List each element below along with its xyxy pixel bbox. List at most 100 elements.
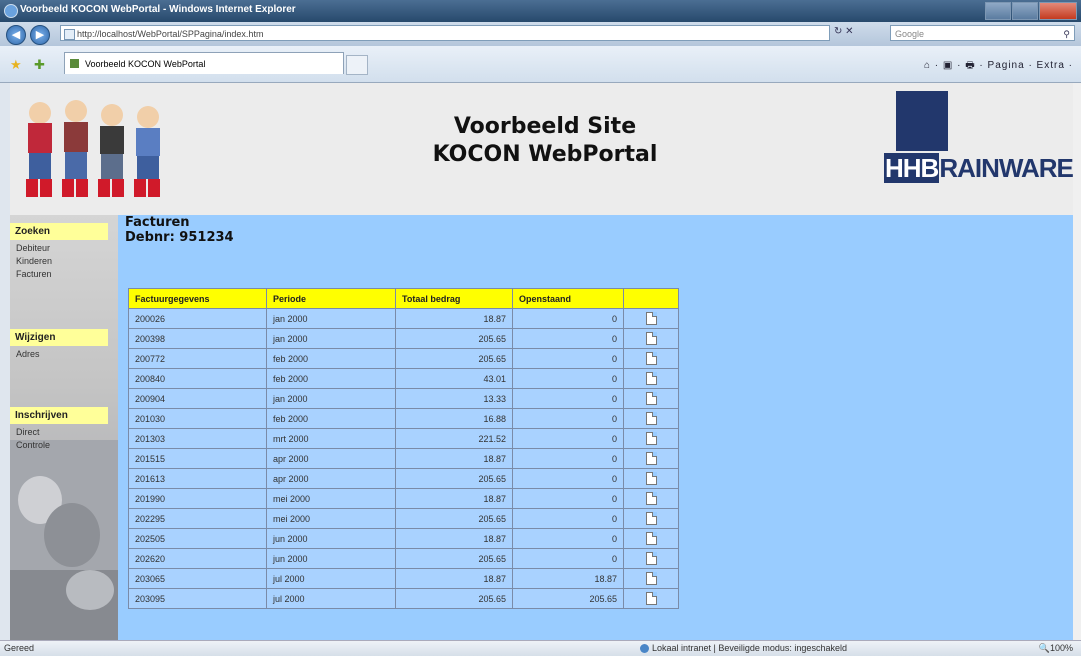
pdf-document-icon[interactable]: [645, 312, 657, 325]
table-row: 201030 feb 2000 16.88 0: [128, 408, 679, 429]
ie-logo-icon: [4, 4, 18, 18]
cell-document-link: [623, 448, 679, 469]
sidebar-item-adres[interactable]: Adres: [16, 348, 40, 360]
cell-factuurnummer: 203095: [128, 588, 267, 609]
cell-totaal-bedrag: 205.65: [395, 328, 513, 349]
tab-label: Voorbeeld KOCON WebPortal: [85, 59, 206, 69]
table-row: 200398 jan 2000 205.65 0: [128, 328, 679, 349]
column-header-periode: Periode: [266, 288, 396, 309]
cell-document-link: [623, 588, 679, 609]
invoice-table: Factuurgegevens Periode Totaal bedrag Op…: [128, 288, 679, 609]
security-zone-text: Lokaal intranet | Beveiligde modus: inge…: [652, 643, 847, 653]
site-title-line-2: KOCON WebPortal: [432, 142, 658, 167]
cell-openstaand: 0: [512, 388, 624, 409]
cell-openstaand: 0: [512, 448, 624, 469]
new-tab-button[interactable]: [346, 55, 368, 75]
pdf-document-icon[interactable]: [645, 332, 657, 345]
pdf-document-icon[interactable]: [645, 572, 657, 585]
cell-periode: jan 2000: [266, 388, 396, 409]
cell-factuurnummer: 200398: [128, 328, 267, 349]
cell-openstaand: 0: [512, 328, 624, 349]
forward-button[interactable]: ▶: [30, 25, 50, 45]
cell-document-link: [623, 528, 679, 549]
pdf-document-icon[interactable]: [645, 392, 657, 405]
zoom-level[interactable]: 🔍100%: [1039, 643, 1073, 654]
cell-factuurnummer: 200026: [128, 308, 267, 329]
cell-totaal-bedrag: 18.87: [395, 568, 513, 589]
close-window-button[interactable]: [1039, 2, 1077, 20]
site-title: Voorbeeld Site KOCON WebPortal: [400, 113, 690, 169]
cell-document-link: [623, 348, 679, 369]
pdf-document-icon[interactable]: [645, 452, 657, 465]
cell-periode: feb 2000: [266, 408, 396, 429]
sidebar-item-direct[interactable]: Direct: [16, 426, 40, 438]
cell-periode: feb 2000: [266, 368, 396, 389]
address-bar[interactable]: http://localhost/WebPortal/SPPagina/inde…: [60, 25, 830, 41]
cell-factuurnummer: 200772: [128, 348, 267, 369]
minimize-button[interactable]: [985, 2, 1011, 20]
stop-button[interactable]: ✕: [845, 26, 853, 37]
table-row: 200840 feb 2000 43.01 0: [128, 368, 679, 389]
pdf-document-icon[interactable]: [645, 532, 657, 545]
cell-periode: mei 2000: [266, 488, 396, 509]
tab-kocon-webportal[interactable]: Voorbeeld KOCON WebPortal: [64, 52, 344, 74]
sidebar-item-debiteur[interactable]: Debiteur: [16, 242, 50, 254]
cell-openstaand: 0: [512, 408, 624, 429]
pdf-document-icon[interactable]: [645, 352, 657, 365]
debtor-number: Debnr: 951234: [125, 230, 234, 245]
cell-openstaand: 0: [512, 488, 624, 509]
pdf-document-icon[interactable]: [645, 512, 657, 525]
pdf-document-icon[interactable]: [645, 492, 657, 505]
favorites-star-icon[interactable]: ★: [10, 57, 22, 73]
address-url: http://localhost/WebPortal/SPPagina/inde…: [77, 29, 264, 39]
sidebar-item-kinderen[interactable]: Kinderen: [16, 255, 52, 267]
table-row: 201515 apr 2000 18.87 0: [128, 448, 679, 469]
add-favorites-icon[interactable]: ✚: [34, 57, 45, 73]
page-scrollbar[interactable]: [1073, 83, 1081, 640]
maximize-button[interactable]: [1012, 2, 1038, 20]
page-icon: [64, 29, 75, 40]
cell-factuurnummer: 201990: [128, 488, 267, 509]
sidebar-item-facturen[interactable]: Facturen: [16, 268, 52, 280]
cell-factuurnummer: 201303: [128, 428, 267, 449]
pdf-document-icon[interactable]: [645, 412, 657, 425]
hhb-brainware-logo: HHBRAINWARE: [878, 91, 1081, 199]
cell-openstaand: 0: [512, 468, 624, 489]
cell-document-link: [623, 468, 679, 489]
table-row: 200772 feb 2000 205.65 0: [128, 348, 679, 369]
cell-openstaand: 0: [512, 528, 624, 549]
cell-factuurnummer: 202295: [128, 508, 267, 529]
search-placeholder: Google: [895, 29, 925, 39]
page-title: Facturen: [125, 215, 190, 230]
pdf-document-icon[interactable]: [645, 432, 657, 445]
cell-factuurnummer: 200904: [128, 388, 267, 409]
pdf-document-icon[interactable]: [645, 472, 657, 485]
command-bar[interactable]: ⌂ · ▣ · 🖶 · Pagina · Extra ·: [924, 58, 1073, 75]
pdf-document-icon[interactable]: [645, 372, 657, 385]
search-box[interactable]: Google ⚲: [890, 25, 1075, 41]
refresh-button[interactable]: ↻: [834, 26, 842, 37]
cell-totaal-bedrag: 205.65: [395, 468, 513, 489]
sidebar: Zoeken Debiteur Kinderen Facturen Wijzig…: [10, 215, 118, 640]
sidebar-item-controle[interactable]: Controle: [16, 439, 50, 451]
back-button[interactable]: ◀: [6, 25, 26, 45]
cell-factuurnummer: 202505: [128, 528, 267, 549]
cell-factuurnummer: 203065: [128, 568, 267, 589]
security-zone: Lokaal intranet | Beveiligde modus: inge…: [640, 643, 847, 654]
cell-document-link: [623, 328, 679, 349]
cell-totaal-bedrag: 18.87: [395, 448, 513, 469]
cell-totaal-bedrag: 205.65: [395, 588, 513, 609]
cell-document-link: [623, 308, 679, 329]
table-row: 202620 jun 2000 205.65 0: [128, 548, 679, 569]
cell-periode: jul 2000: [266, 588, 396, 609]
pdf-document-icon[interactable]: [645, 592, 657, 605]
pdf-document-icon[interactable]: [645, 552, 657, 565]
cell-factuurnummer: 201515: [128, 448, 267, 469]
logo-suffix: RAINWARE: [939, 153, 1074, 183]
cell-periode: mrt 2000: [266, 428, 396, 449]
cell-periode: apr 2000: [266, 468, 396, 489]
cell-totaal-bedrag: 205.65: [395, 548, 513, 569]
cell-document-link: [623, 388, 679, 409]
invoice-table-body: 200026 jan 2000 18.87 0 200398 jan 2000 205.65…: [128, 308, 679, 609]
search-icon[interactable]: ⚲: [1063, 26, 1070, 42]
